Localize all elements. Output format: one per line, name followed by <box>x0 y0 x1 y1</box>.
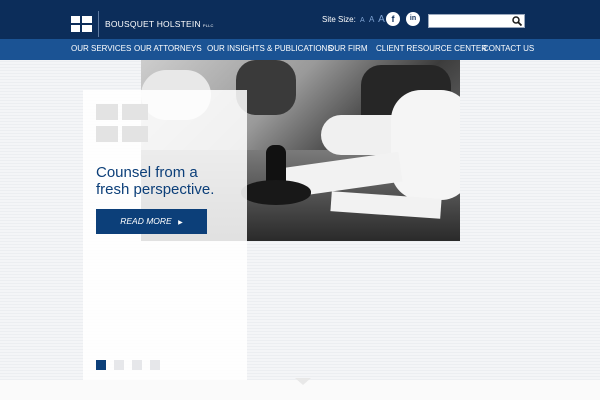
tagline-line-1: Counsel from a <box>96 164 198 181</box>
linkedin-icon[interactable]: in <box>406 12 420 26</box>
slider-dot-2[interactable] <box>114 360 124 370</box>
logo-text: BOUSQUET HOLSTEIN PLLC <box>105 19 214 29</box>
site-size-control: Site Size: A A A <box>322 14 385 25</box>
nav-item-client-resource-center[interactable]: CLIENT RESOURCE CENTER <box>376 44 487 53</box>
slider-dot-4[interactable] <box>150 360 160 370</box>
main-navigation: OUR SERVICES OUR ATTORNEYS OUR INSIGHTS … <box>0 39 600 60</box>
logo-name: BOUSQUET HOLSTEIN <box>105 19 201 29</box>
slider-dot-1[interactable] <box>96 360 106 370</box>
nav-item-contact-us[interactable]: CONTACT US <box>483 44 534 53</box>
read-more-label: READ MORE <box>120 216 172 226</box>
font-size-small-button[interactable]: A <box>360 17 365 24</box>
slider-dot-3[interactable] <box>132 360 142 370</box>
site-size-label: Site Size: <box>322 15 356 24</box>
nav-item-insights-publications[interactable]: OUR INSIGHTS & PUBLICATIONS <box>207 44 333 53</box>
nav-item-our-services[interactable]: OUR SERVICES <box>71 44 131 53</box>
logo-suffix: PLLC <box>202 23 214 28</box>
font-size-medium-button[interactable]: A <box>369 15 374 24</box>
hero-tagline: Counsel from a fresh perspective. <box>96 164 246 198</box>
site-header: BOUSQUET HOLSTEIN PLLC Site Size: A A A f… <box>0 0 600 39</box>
triangle-right-icon: ▶ <box>178 220 183 226</box>
nav-item-our-firm[interactable]: OUR FIRM <box>328 44 368 53</box>
search-input[interactable] <box>429 20 513 33</box>
read-more-button[interactable]: READ MORE ▶ <box>96 209 207 234</box>
logo-divider <box>98 11 99 37</box>
logo-mark-icon <box>71 16 92 32</box>
search-field[interactable] <box>428 14 525 33</box>
tagline-line-2: fresh perspective. <box>96 181 215 198</box>
font-size-large-button[interactable]: A <box>378 14 385 25</box>
nav-item-our-attorneys[interactable]: OUR ATTORNEYS <box>134 44 202 53</box>
logo[interactable]: BOUSQUET HOLSTEIN PLLC <box>71 11 214 37</box>
facebook-icon[interactable]: f <box>386 12 400 26</box>
search-icon[interactable] <box>512 16 522 26</box>
scroll-down-arrow-icon[interactable] <box>295 378 311 385</box>
